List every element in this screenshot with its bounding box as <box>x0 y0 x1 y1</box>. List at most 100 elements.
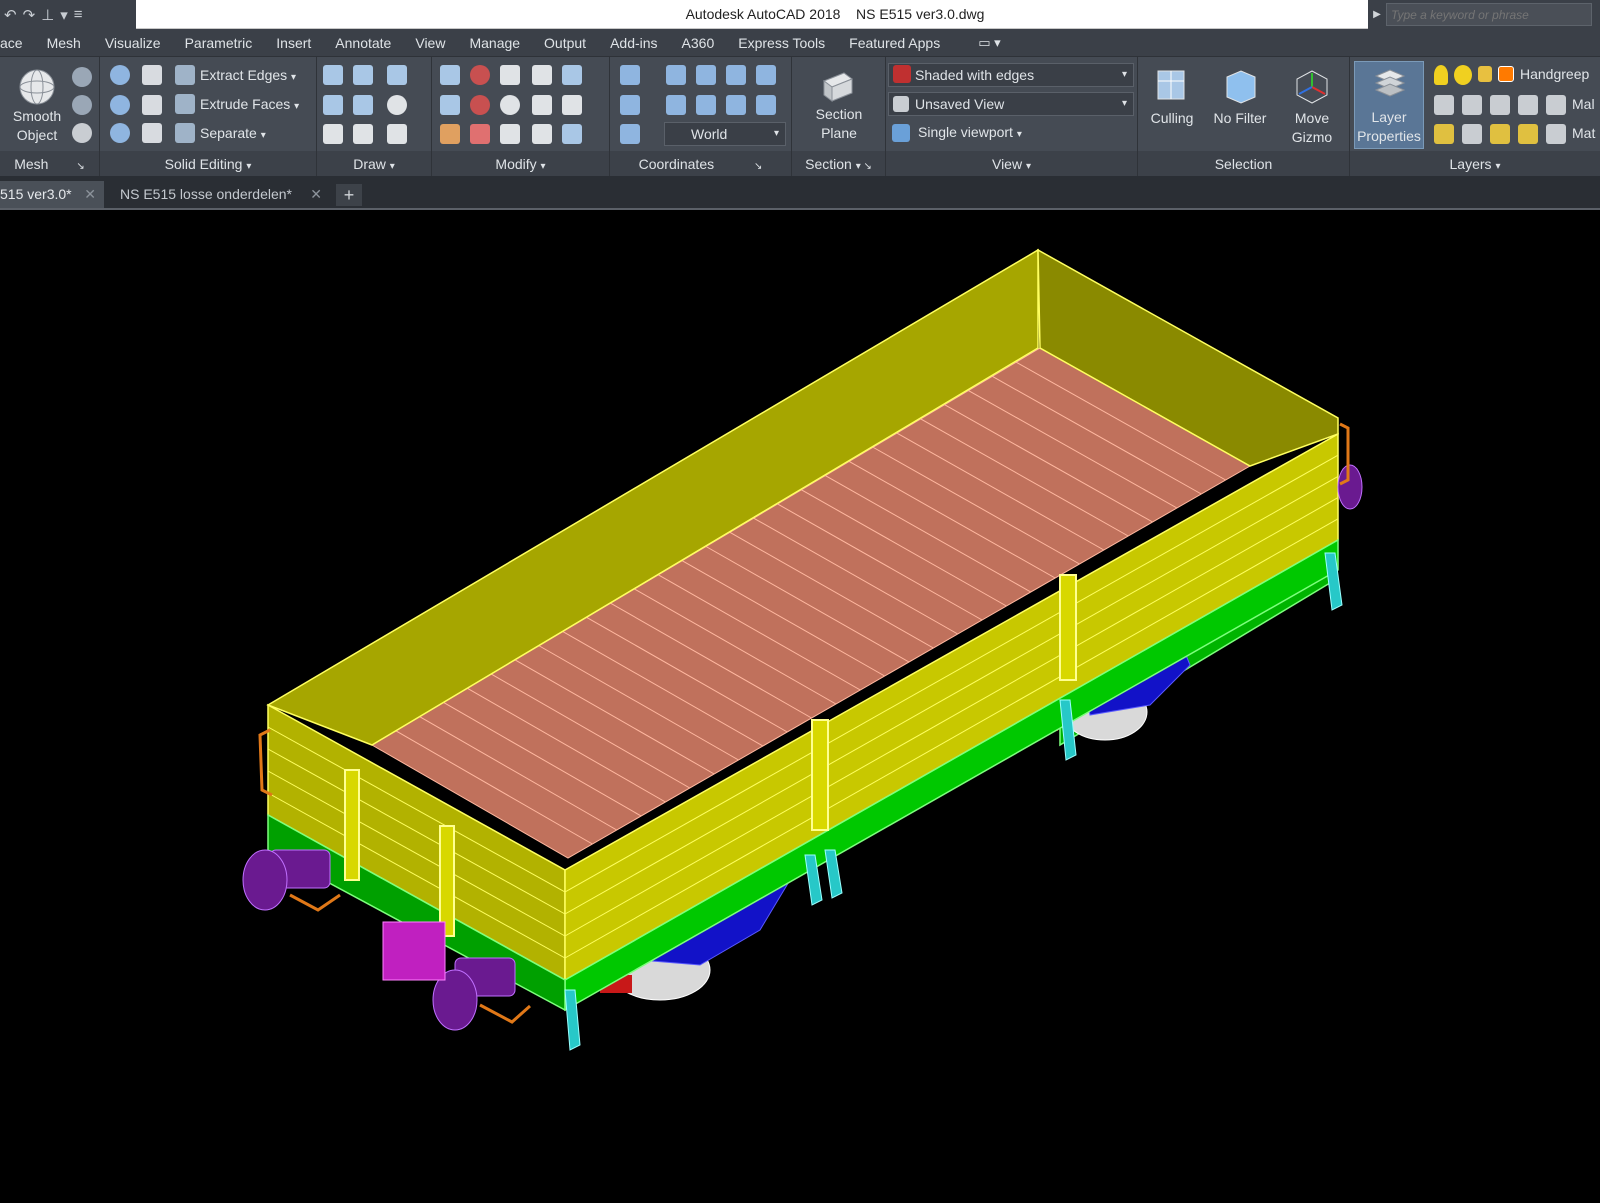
ribbon-options-icon[interactable]: ▭ ▾ <box>952 35 1000 51</box>
layer-color-swatch[interactable] <box>1498 66 1514 82</box>
erase-icon[interactable] <box>440 124 460 144</box>
polygon-icon[interactable] <box>323 124 343 144</box>
search-input[interactable] <box>1386 3 1592 26</box>
arc-icon[interactable] <box>387 65 407 85</box>
tab-mesh[interactable]: Mesh <box>35 35 93 51</box>
layer-properties-button[interactable]: Layer Properties <box>1354 61 1424 149</box>
array-icon[interactable] <box>562 124 582 144</box>
ucs-zaxis-icon[interactable] <box>756 95 776 115</box>
mesh-smooth-less-icon[interactable] <box>72 95 92 115</box>
layer-tool-3-icon[interactable] <box>1490 95 1510 115</box>
ucs-object-icon[interactable] <box>666 95 686 115</box>
close-icon[interactable]: ✕ <box>84 181 96 208</box>
ucs-icon-properties[interactable] <box>620 124 640 144</box>
offset-icon[interactable] <box>500 95 520 115</box>
smooth-object-button[interactable]: Smooth Object <box>8 63 66 149</box>
interfere-icon[interactable] <box>142 65 162 85</box>
drawing-viewport[interactable] <box>0 212 1600 1203</box>
separate-button[interactable]: Separate ▾ <box>200 125 266 141</box>
layer-tool-1-icon[interactable] <box>1434 95 1454 115</box>
section-plane-button[interactable]: Section Plane <box>796 63 882 149</box>
tab-a360[interactable]: A360 <box>670 35 727 51</box>
panel-title-modify[interactable]: Modify ▾ <box>432 151 609 177</box>
ucs-y-icon[interactable] <box>696 95 716 115</box>
copy-icon[interactable] <box>532 95 552 115</box>
mirror-icon[interactable] <box>562 65 582 85</box>
tab-visualize[interactable]: Visualize <box>93 35 173 51</box>
union-icon[interactable] <box>110 65 130 85</box>
ucs-3point-icon[interactable] <box>620 65 640 85</box>
scale-icon[interactable] <box>470 124 490 144</box>
refine-mesh-icon[interactable] <box>72 123 92 143</box>
layer-tool-2-icon[interactable] <box>1462 95 1482 115</box>
ucs-view-icon[interactable] <box>726 65 746 85</box>
current-layer-name[interactable]: Handgreep <box>1520 66 1589 82</box>
panel-title-view[interactable]: View ▾ <box>886 151 1137 177</box>
stretch-icon[interactable] <box>500 124 520 144</box>
layer-tool-6-icon[interactable] <box>1462 124 1482 144</box>
extrude-faces-button[interactable]: Extrude Faces ▾ <box>200 96 299 112</box>
layer-on-icon[interactable] <box>1434 65 1448 85</box>
tab-featured-apps[interactable]: Featured Apps <box>837 35 952 51</box>
fillet-icon[interactable] <box>562 95 582 115</box>
ucs-named-icon[interactable] <box>756 65 776 85</box>
viewport-config-button[interactable]: Single viewport ▾ <box>892 124 1022 142</box>
line-icon[interactable] <box>353 95 373 115</box>
make-current-icon[interactable] <box>1546 95 1566 115</box>
thicken-icon[interactable] <box>142 123 162 143</box>
tab-output[interactable]: Output <box>532 35 598 51</box>
ucs-world-icon[interactable] <box>666 65 686 85</box>
culling-button[interactable]: Culling <box>1142 63 1202 149</box>
tab-view[interactable]: View <box>403 35 457 51</box>
press-pull-icon[interactable] <box>532 124 552 144</box>
file-tab[interactable]: NS E515 losse onderdelen* ✕ <box>108 181 330 208</box>
extend-icon[interactable] <box>440 95 460 115</box>
layer-tool-5-icon[interactable] <box>1434 124 1454 144</box>
tab-annotate[interactable]: Annotate <box>323 35 403 51</box>
mesh-smooth-more-icon[interactable] <box>72 67 92 87</box>
move-icon[interactable] <box>500 65 520 85</box>
helix-icon[interactable] <box>353 65 373 85</box>
match-layer-icon[interactable] <box>1546 124 1566 144</box>
close-icon[interactable]: ✕ <box>310 181 322 208</box>
panel-title-mesh[interactable]: Mesh ↘ <box>0 151 99 177</box>
polyline-icon[interactable] <box>323 65 343 85</box>
file-tab-active[interactable]: 515 ver3.0* ✕ <box>0 181 104 208</box>
layer-tool-7-icon[interactable] <box>1490 124 1510 144</box>
panel-title-solid-editing[interactable]: Solid Editing ▾ <box>100 151 316 177</box>
revolve-icon[interactable] <box>387 124 407 144</box>
tab-insert[interactable]: Insert <box>264 35 323 51</box>
tab-manage[interactable]: Manage <box>457 35 532 51</box>
subtract-icon[interactable] <box>110 95 130 115</box>
ucs-dropdown[interactable]: World ▾ <box>664 122 786 146</box>
align-icon[interactable] <box>532 65 552 85</box>
panel-title-selection[interactable]: Selection <box>1138 151 1349 177</box>
layer-tool-4-icon[interactable] <box>1518 95 1538 115</box>
panel-title-draw[interactable]: Draw ▾ <box>317 151 431 177</box>
panel-title-section[interactable]: Section ▾ ↘ <box>792 151 885 177</box>
panel-title-layers[interactable]: Layers ▾ <box>1350 151 1600 177</box>
layer-row3-label[interactable]: Mat <box>1572 125 1595 141</box>
rotate-icon[interactable] <box>470 95 490 115</box>
layer-lock-icon[interactable] <box>1478 66 1492 82</box>
trim-icon[interactable] <box>440 65 460 85</box>
ucs-z-icon[interactable] <box>726 95 746 115</box>
move-gizmo-button[interactable]: Move Gizmo <box>1278 63 1346 149</box>
slice-icon[interactable] <box>142 95 162 115</box>
ucs-origin-icon[interactable] <box>620 95 640 115</box>
rotate3d-icon[interactable] <box>470 65 490 85</box>
circle-icon[interactable] <box>387 95 407 115</box>
panel-title-coordinates[interactable]: Coordinates ↘ <box>610 151 791 177</box>
tab-express-tools[interactable]: Express Tools <box>726 35 837 51</box>
layer-tool-8-icon[interactable] <box>1518 124 1538 144</box>
tab-ace[interactable]: ace <box>0 35 35 51</box>
search-expand-icon[interactable]: ▶ <box>1368 9 1386 20</box>
layer-thaw-icon[interactable] <box>1454 65 1472 85</box>
ucs-x-icon[interactable] <box>696 65 716 85</box>
visual-style-dropdown[interactable]: Shaded with edges ▾ <box>888 63 1134 87</box>
no-filter-button[interactable]: No Filter <box>1206 63 1274 149</box>
named-view-dropdown[interactable]: Unsaved View ▾ <box>888 92 1134 116</box>
layer-row2-label[interactable]: Mal <box>1572 96 1595 112</box>
extract-edges-button[interactable]: Extract Edges ▾ <box>200 67 296 83</box>
intersect-icon[interactable] <box>110 123 130 143</box>
